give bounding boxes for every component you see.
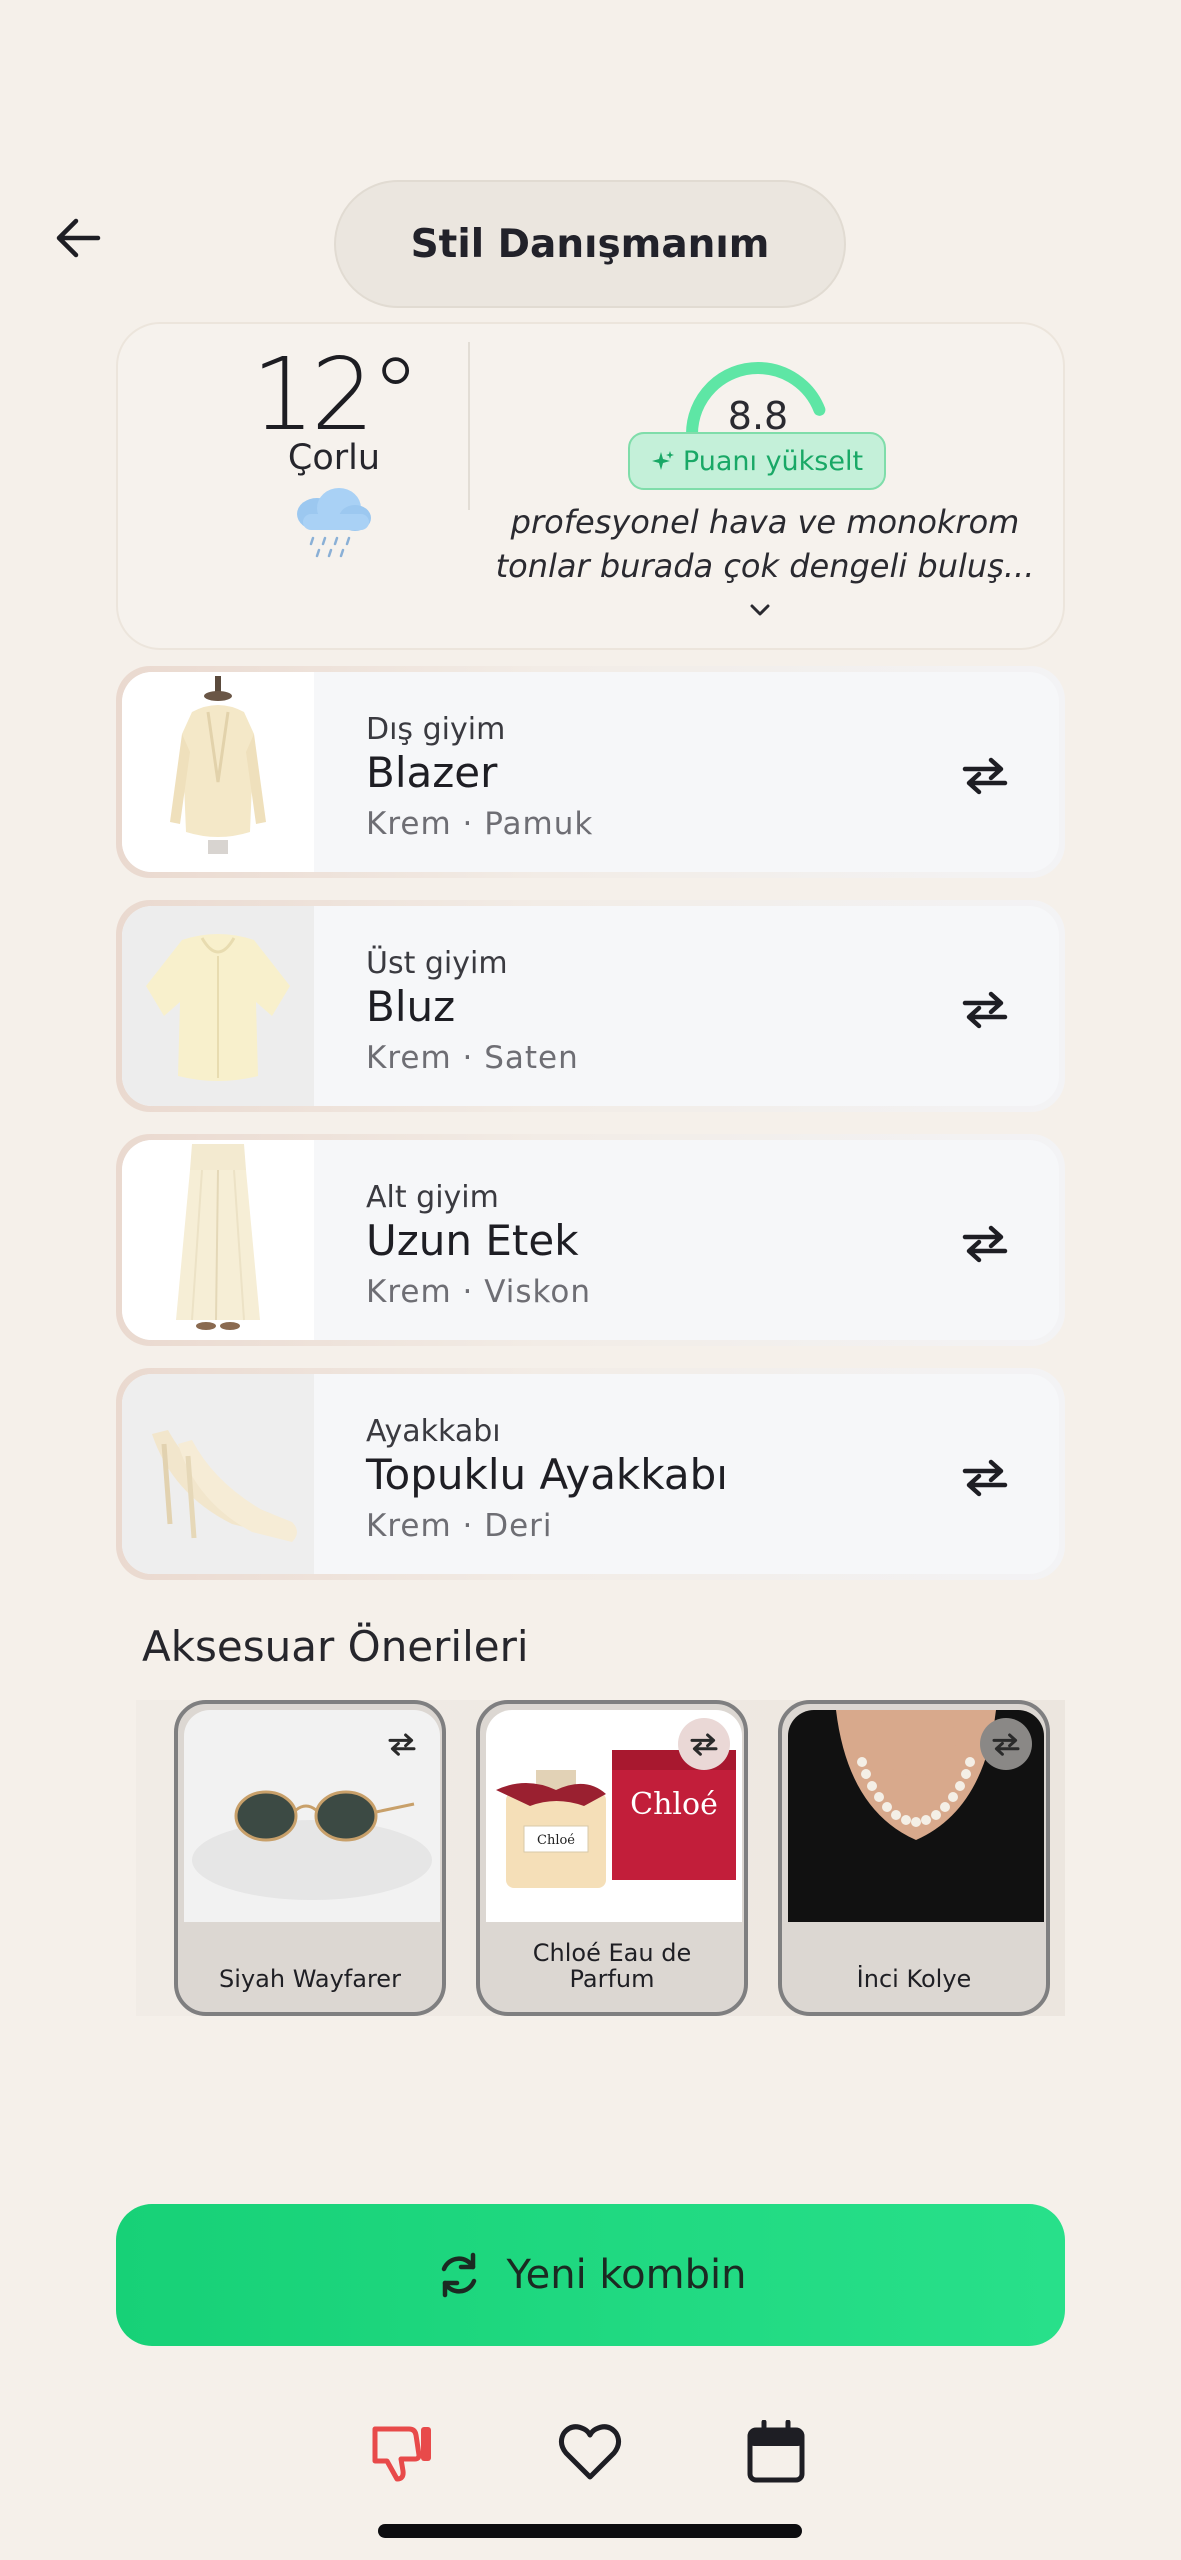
swap-item-button[interactable] xyxy=(957,1452,1013,1502)
item-details: Krem · Pamuk xyxy=(366,806,594,842)
perfume-bottle-brand: Chloé xyxy=(537,1833,575,1848)
item-category: Dış giyim xyxy=(366,712,506,747)
sparkle-icon xyxy=(651,451,674,470)
item-name: Blazer xyxy=(366,748,498,797)
page-title: Stil Danışmanım xyxy=(334,180,846,308)
item-name: Uzun Etek xyxy=(366,1216,579,1265)
swap-arrows-icon xyxy=(690,1733,718,1756)
heels-image xyxy=(122,1374,314,1574)
outfit-item-bottom[interactable]: Alt giyim Uzun Etek Krem · Viskon xyxy=(116,1134,1065,1346)
blazer-image xyxy=(122,672,314,872)
item-details: Krem · Deri xyxy=(366,1508,553,1544)
item-category: Ayakkabı xyxy=(366,1414,501,1449)
calendar-button[interactable] xyxy=(740,2416,812,2488)
outfit-item-top[interactable]: Üst giyim Bluz Krem · Saten xyxy=(116,900,1065,1112)
item-category: Üst giyim xyxy=(366,946,508,981)
accessory-name: İnci Kolye xyxy=(856,1965,972,1993)
swap-arrows-icon xyxy=(388,1733,416,1756)
back-button[interactable] xyxy=(40,200,116,276)
home-indicator xyxy=(378,2524,802,2538)
arrow-left-icon xyxy=(56,218,101,258)
chevron-down-icon xyxy=(750,604,770,616)
refresh-icon xyxy=(441,2252,476,2298)
swap-item-button[interactable] xyxy=(957,750,1013,800)
swap-accessory-button[interactable] xyxy=(376,1718,428,1770)
thumbs-down-icon xyxy=(372,2426,431,2482)
outfit-item-outerwear[interactable]: Dış giyim Blazer Krem · Pamuk xyxy=(116,666,1065,878)
swap-arrows-icon xyxy=(992,1733,1020,1756)
new-outfit-label: Yeni kombin xyxy=(506,2252,747,2298)
accessories-section-title: Aksesuar Önerileri xyxy=(142,1622,529,1671)
heart-icon xyxy=(558,2424,622,2480)
calendar-icon xyxy=(747,2420,805,2483)
accessory-card-necklace[interactable]: İnci Kolye xyxy=(778,1700,1050,2016)
swap-arrows-icon xyxy=(962,757,1008,795)
accessory-name: Chloé Eau de Parfum xyxy=(532,1939,692,1993)
swap-arrows-icon xyxy=(962,1225,1008,1263)
swap-arrows-icon xyxy=(962,1459,1008,1497)
swap-accessory-button[interactable] xyxy=(980,1718,1032,1770)
item-details: Krem · Saten xyxy=(366,1040,579,1076)
score-description-line1: profesyonel hava ve monokrom xyxy=(510,503,1020,541)
boost-score-button[interactable]: Puanı yükselt xyxy=(628,432,886,490)
rain-cloud-icon xyxy=(297,488,371,558)
dislike-button[interactable] xyxy=(366,2416,438,2488)
accessory-card-sunglasses[interactable]: Siyah Wayfarer xyxy=(174,1700,446,2016)
swap-arrows-icon xyxy=(962,991,1008,1029)
temperature: 12° xyxy=(251,336,420,453)
score-description-line2: tonlar burada çok dengeli buluş... xyxy=(495,547,1035,585)
item-name: Bluz xyxy=(366,982,456,1031)
perfume-box-brand: Chloé xyxy=(630,1787,718,1822)
card-divider xyxy=(468,342,470,510)
outfit-item-shoes[interactable]: Ayakkabı Topuklu Ayakkabı Krem · Deri xyxy=(116,1368,1065,1580)
boost-score-label: Puanı yükselt xyxy=(682,445,864,477)
weather-score-card: 12° Çorlu 8.8 Puanı yükselt profesyonel … xyxy=(116,322,1065,650)
city-name: Çorlu xyxy=(287,438,381,478)
swap-accessory-button[interactable] xyxy=(678,1718,730,1770)
new-outfit-button[interactable]: Yeni kombin xyxy=(116,2204,1065,2346)
favorite-button[interactable] xyxy=(554,2416,626,2488)
item-category: Alt giyim xyxy=(366,1180,499,1215)
expand-description-button[interactable] xyxy=(738,592,782,628)
item-name: Topuklu Ayakkabı xyxy=(366,1450,728,1499)
accessory-name: Siyah Wayfarer xyxy=(219,1965,401,1993)
long-skirt-image xyxy=(122,1140,314,1340)
blouse-image xyxy=(122,906,314,1106)
swap-item-button[interactable] xyxy=(957,984,1013,1034)
accessory-card-perfume[interactable]: Chloé Chloé Chloé Eau de Parfum xyxy=(476,1700,748,2016)
item-details: Krem · Viskon xyxy=(366,1274,591,1310)
swap-item-button[interactable] xyxy=(957,1218,1013,1268)
